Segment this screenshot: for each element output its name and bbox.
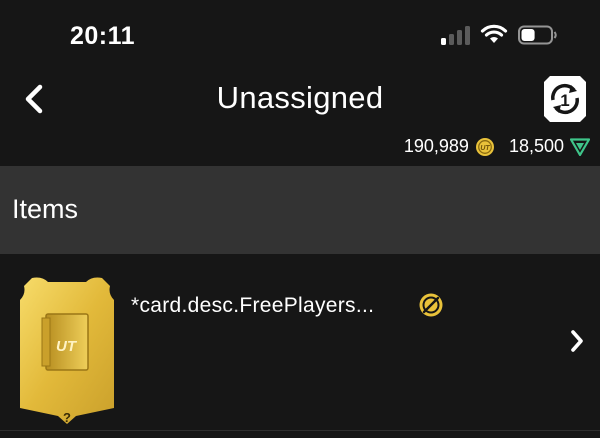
status-bar: 20:11 bbox=[0, 0, 600, 70]
card-label: UT bbox=[56, 338, 78, 355]
untradeable-icon bbox=[419, 293, 443, 317]
section-header: Items bbox=[0, 166, 600, 254]
chevron-right-icon bbox=[571, 330, 583, 352]
battery-fill bbox=[521, 28, 535, 41]
svg-text:UT: UT bbox=[480, 145, 490, 152]
list-item[interactable]: UT ? *card.desc.FreePlayers... bbox=[0, 254, 600, 430]
fifa-points-icon bbox=[570, 137, 590, 156]
section-title: Items bbox=[12, 194, 79, 224]
card-footer: ? bbox=[63, 410, 71, 424]
ut-swap-icon: 1 bbox=[544, 76, 586, 122]
points-amount: 18,500 bbox=[508, 136, 564, 156]
page-title: Unassigned bbox=[216, 80, 384, 115]
ut-swap-button[interactable]: 1 bbox=[542, 74, 588, 124]
status-icons bbox=[441, 24, 558, 45]
item-description: *card.desc.FreePlayers... bbox=[131, 294, 375, 317]
player-card-thumbnail: UT ? bbox=[20, 277, 114, 424]
divider bbox=[0, 430, 600, 431]
coin-icon: UT bbox=[475, 137, 494, 156]
battery-icon bbox=[518, 25, 557, 44]
currency-balance: 190,989 UT 18,500 bbox=[404, 136, 590, 157]
status-time: 20:11 bbox=[70, 22, 136, 50]
cellular-signal-icon bbox=[441, 25, 470, 45]
coins-amount: 190,989 bbox=[403, 136, 469, 156]
wifi-icon bbox=[480, 24, 508, 43]
svg-text:1: 1 bbox=[560, 91, 569, 110]
navigation-bar: Unassigned 1 bbox=[0, 70, 600, 130]
